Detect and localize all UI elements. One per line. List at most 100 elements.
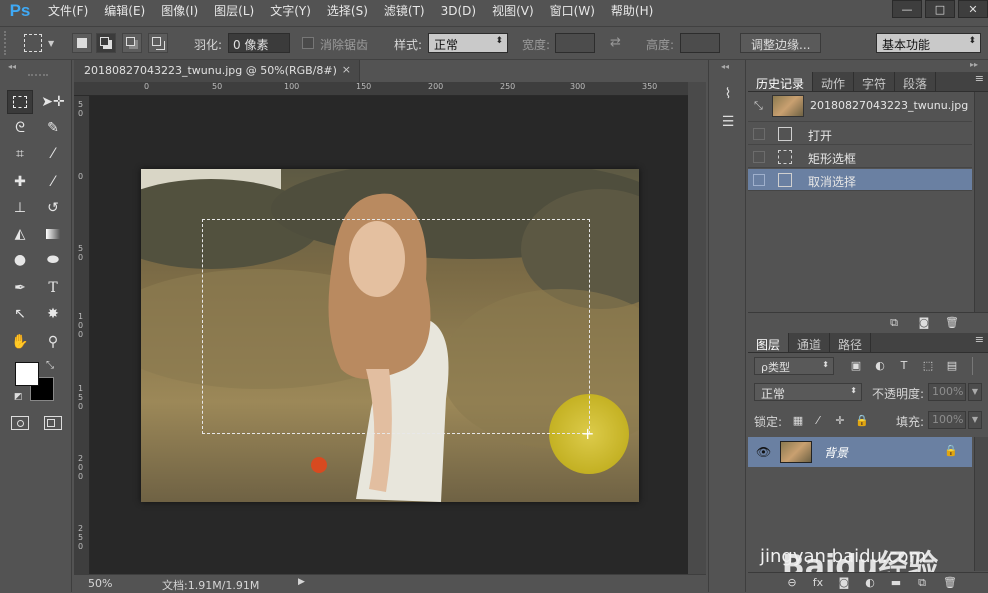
screen-mode-button[interactable] bbox=[44, 416, 62, 430]
quick-select-tool[interactable]: ✎ bbox=[40, 116, 66, 140]
intersect-selection-button[interactable] bbox=[148, 33, 168, 53]
feather-input[interactable]: 0 像素 bbox=[228, 33, 290, 53]
grip-handle[interactable] bbox=[4, 31, 8, 55]
menu-edit[interactable]: 编辑(E) bbox=[96, 0, 153, 22]
clone-stamp-tool[interactable]: ⊥ bbox=[7, 196, 33, 220]
zoom-tool[interactable]: ⚲ bbox=[40, 330, 66, 354]
collapse-arrows-icon[interactable]: ◂◂ bbox=[8, 62, 16, 71]
antialias-checkbox[interactable] bbox=[302, 37, 314, 49]
layer-name[interactable]: 背景 bbox=[824, 444, 848, 461]
zoom-level[interactable]: 50% bbox=[88, 577, 112, 590]
canvas-scrollbar[interactable] bbox=[688, 82, 706, 574]
eyedropper-tool[interactable]: ⁄ bbox=[40, 142, 66, 166]
menu-window[interactable]: 窗口(W) bbox=[542, 0, 603, 22]
eraser-tool[interactable]: ◭ bbox=[7, 222, 33, 246]
menu-filter[interactable]: 滤镜(T) bbox=[376, 0, 433, 22]
refine-edge-button[interactable]: 调整边缘... bbox=[740, 33, 822, 53]
history-brush-tool[interactable]: ↺ bbox=[40, 196, 66, 220]
height-input[interactable] bbox=[680, 33, 720, 53]
layer-row[interactable]: 👁 背景 🔒 bbox=[748, 437, 972, 467]
tab-channels[interactable]: 通道 bbox=[789, 333, 831, 352]
menu-select[interactable]: 选择(S) bbox=[319, 0, 376, 22]
close-window-button[interactable]: ✕ bbox=[958, 0, 988, 18]
menu-image[interactable]: 图像(I) bbox=[153, 0, 206, 22]
grip-handle[interactable] bbox=[28, 74, 48, 77]
camera-icon[interactable]: ◙ bbox=[916, 316, 932, 330]
panel-menu-icon[interactable]: ≡ bbox=[871, 333, 988, 352]
tab-layers[interactable]: 图层 bbox=[748, 333, 790, 352]
quick-mask-button[interactable] bbox=[11, 416, 29, 430]
document-canvas[interactable]: + bbox=[90, 96, 688, 574]
chevron-down-icon[interactable]: ▼ bbox=[48, 39, 54, 48]
style-select[interactable]: 正常 ⬍ bbox=[428, 33, 508, 53]
custom-shape-tool[interactable]: ✸ bbox=[40, 302, 66, 326]
history-scrollbar[interactable] bbox=[974, 92, 988, 312]
trash-icon[interactable]: 🗑 bbox=[944, 316, 960, 330]
rect-marquee-tool[interactable] bbox=[7, 90, 33, 114]
filter-toggle[interactable] bbox=[972, 357, 982, 375]
brush-presets-icon[interactable]: ☰ bbox=[717, 114, 739, 134]
dodge-tool[interactable]: ⬬ bbox=[40, 248, 66, 272]
menu-3d[interactable]: 3D(D) bbox=[433, 0, 484, 22]
add-selection-button[interactable] bbox=[96, 33, 116, 53]
history-item-selected[interactable]: 取消选择 bbox=[748, 169, 972, 191]
lock-pixels-icon[interactable]: ⁄ bbox=[810, 414, 826, 428]
filter-smart-object-icon[interactable]: ▤ bbox=[944, 359, 960, 373]
menu-help[interactable]: 帮助(H) bbox=[603, 0, 661, 22]
close-tab-icon[interactable]: × bbox=[342, 63, 351, 76]
opacity-input[interactable]: 100% bbox=[928, 383, 966, 401]
lock-position-icon[interactable]: ✛ bbox=[832, 414, 848, 428]
menu-type[interactable]: 文字(Y) bbox=[262, 0, 319, 22]
collapse-arrows-icon[interactable]: ▸▸ bbox=[970, 60, 978, 69]
adjustment-layer-icon[interactable]: ◐ bbox=[862, 576, 878, 590]
history-brush-source-icon[interactable]: ⤡ bbox=[754, 99, 763, 113]
blend-mode-select[interactable]: 正常 ⬍ bbox=[754, 383, 862, 401]
hand-tool[interactable]: ✋ bbox=[7, 330, 33, 354]
panel-menu-icon[interactable]: ≡ bbox=[936, 72, 988, 91]
filter-pixel-icon[interactable]: ▣ bbox=[848, 359, 864, 373]
tab-actions[interactable]: 动作 bbox=[813, 72, 855, 91]
trash-icon[interactable]: 🗑 bbox=[942, 576, 958, 590]
layer-style-icon[interactable]: fx bbox=[810, 576, 826, 590]
marquee-preset-icon[interactable] bbox=[24, 34, 42, 52]
fill-input[interactable]: 100% bbox=[928, 411, 966, 429]
workspace-select[interactable]: 基本功能 ⬍ bbox=[876, 33, 981, 53]
subtract-selection-button[interactable] bbox=[122, 33, 142, 53]
swap-dimensions-icon[interactable]: ⇄ bbox=[610, 35, 621, 50]
eye-icon[interactable]: 👁 bbox=[756, 445, 771, 459]
new-document-from-state-icon[interactable]: ⧉ bbox=[886, 316, 902, 330]
healing-brush-tool[interactable]: ✚ bbox=[7, 170, 33, 194]
crop-tool[interactable]: ⌗ bbox=[7, 142, 33, 166]
brush-tool[interactable]: ⁄ bbox=[40, 170, 66, 194]
maximize-button[interactable]: □ bbox=[925, 0, 955, 18]
history-checkbox[interactable] bbox=[753, 174, 765, 186]
layer-mask-icon[interactable]: ◙ bbox=[836, 576, 852, 590]
new-layer-icon[interactable]: ⧉ bbox=[914, 576, 930, 590]
lock-all-icon[interactable]: 🔒 bbox=[854, 414, 870, 428]
play-arrow-icon[interactable]: ▶ bbox=[298, 577, 305, 587]
brush-panel-icon[interactable]: ⌇ bbox=[717, 86, 739, 106]
history-snapshot[interactable]: ⤡ 20180827043223_twunu.jpg bbox=[748, 92, 972, 122]
default-colors-icon[interactable]: ◩ bbox=[14, 392, 23, 402]
menu-layer[interactable]: 图层(L) bbox=[206, 0, 262, 22]
lasso-tool[interactable]: ᘓ bbox=[7, 116, 33, 140]
filter-adjustment-icon[interactable]: ◐ bbox=[872, 359, 888, 373]
history-checkbox[interactable] bbox=[753, 151, 765, 163]
link-layers-icon[interactable]: ⊖ bbox=[784, 576, 800, 590]
move-tool[interactable]: ➤✛ bbox=[40, 90, 66, 114]
selection-marquee[interactable] bbox=[202, 219, 590, 434]
chevron-down-icon[interactable]: ▼ bbox=[968, 383, 982, 401]
history-item[interactable]: 矩形选框 bbox=[748, 146, 972, 168]
swap-colors-icon[interactable]: ⤡ bbox=[46, 360, 54, 371]
pen-tool[interactable]: ✒ bbox=[7, 276, 33, 300]
expand-arrows-icon[interactable]: ◂◂ bbox=[721, 62, 729, 71]
history-item[interactable]: 打开 bbox=[748, 123, 972, 145]
layers-scrollbar[interactable] bbox=[974, 437, 988, 571]
group-folder-icon[interactable]: ▬ bbox=[888, 576, 904, 590]
filter-type-icon[interactable]: T bbox=[896, 359, 912, 373]
document-tab[interactable]: 20180827043223_twunu.jpg @ 50%(RGB/8#) × bbox=[74, 60, 360, 82]
tab-history[interactable]: 历史记录 bbox=[748, 72, 814, 91]
foreground-color-swatch[interactable] bbox=[15, 362, 39, 386]
minimize-button[interactable]: — bbox=[892, 0, 922, 18]
menu-file[interactable]: 文件(F) bbox=[40, 0, 96, 22]
